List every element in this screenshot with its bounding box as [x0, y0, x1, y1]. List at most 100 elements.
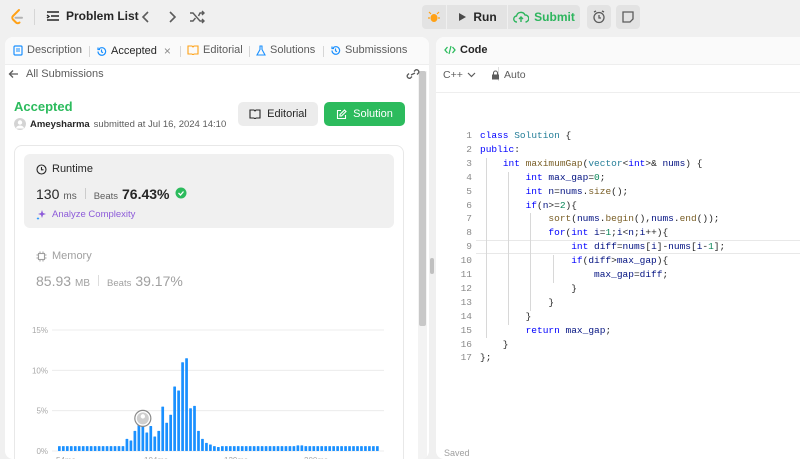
runtime-distribution-chart[interactable]: 15%10%5%0%54ms104ms129ms200ms	[24, 320, 394, 459]
line-number: 2	[466, 143, 472, 155]
tab-editorial[interactable]: Editorial	[187, 44, 243, 56]
language-select[interactable]: C++	[443, 69, 476, 81]
line-number: 16	[460, 338, 472, 350]
chart-bar	[344, 446, 347, 451]
timer-button[interactable]	[587, 5, 611, 29]
problem-list-button[interactable]: Problem List	[46, 9, 139, 23]
chart-bar	[272, 446, 276, 451]
submission-meta: Ameysharma submitted at Jul 16, 2024 14:…	[14, 118, 226, 130]
username[interactable]: Ameysharma	[30, 119, 90, 130]
divider	[89, 46, 90, 57]
chart-bar	[77, 446, 81, 451]
close-icon[interactable]: ×	[164, 44, 171, 58]
line-number: 8	[466, 227, 472, 239]
editorial-button[interactable]: Editorial	[238, 102, 318, 126]
chart-bar	[356, 446, 359, 451]
chart-bar	[228, 446, 232, 451]
solution-button[interactable]: Solution	[324, 102, 405, 126]
user-avatar-marker[interactable]	[134, 409, 152, 427]
editorial-button-label: Editorial	[267, 108, 307, 120]
code-line[interactable]: class Solution {	[480, 130, 571, 141]
code-line[interactable]: int maximumGap(vector<int>& nums) {	[480, 158, 703, 169]
chart-bar	[141, 424, 145, 451]
code-line[interactable]: }	[480, 283, 577, 294]
code-line[interactable]: public:	[480, 144, 520, 155]
chart-bar	[292, 446, 296, 451]
code-line[interactable]: };	[480, 352, 491, 363]
chart-bar	[252, 446, 256, 451]
run-button[interactable]: Run	[447, 5, 507, 29]
chart-bar	[93, 446, 97, 451]
chart-bar	[113, 446, 117, 451]
code-line[interactable]: if(n>=2){	[480, 200, 577, 211]
flask-icon	[256, 44, 266, 56]
tab-description[interactable]: Description	[13, 44, 82, 56]
book-icon	[249, 109, 261, 119]
divider	[34, 9, 35, 25]
scrollbar-track[interactable]	[418, 71, 427, 459]
submission-status: Accepted	[14, 99, 73, 114]
submit-button[interactable]: Submit	[508, 5, 580, 29]
chart-bar	[232, 446, 236, 451]
play-icon	[459, 13, 467, 21]
chart-bar	[173, 386, 176, 451]
memory-title: Memory	[52, 250, 92, 262]
chart-bar	[264, 446, 268, 451]
y-tick-label: 10%	[32, 366, 48, 375]
code-line[interactable]: int diff=nums[i]-nums[i-1];	[480, 241, 725, 252]
memory-header[interactable]: Memory	[36, 250, 92, 262]
chart-bar	[149, 425, 153, 451]
chart-bar	[69, 446, 73, 451]
code-line[interactable]: int n=nums.size();	[480, 186, 629, 197]
code-line[interactable]: return max_gap;	[480, 325, 612, 336]
analyze-complexity-link[interactable]: Analyze Complexity	[36, 209, 135, 220]
notes-button[interactable]	[616, 5, 640, 29]
mode-toggle[interactable]: Auto	[491, 69, 526, 81]
code-line[interactable]: }	[480, 311, 532, 322]
scrollbar-thumb[interactable]	[419, 71, 426, 326]
line-number: 15	[460, 324, 472, 336]
code-line[interactable]: }	[480, 297, 554, 308]
tab-solutions[interactable]: Solutions	[256, 44, 315, 56]
panel-resize-handle[interactable]	[430, 258, 434, 274]
y-tick-label: 0%	[36, 447, 48, 456]
all-submissions-link[interactable]: All Submissions	[8, 68, 104, 80]
debug-button[interactable]	[422, 5, 446, 29]
chart-bar	[58, 446, 61, 451]
divider	[180, 46, 181, 57]
shuffle-icon[interactable]	[188, 8, 206, 26]
leetcode-logo-icon[interactable]	[8, 8, 26, 26]
chart-bar	[125, 438, 129, 451]
divider	[323, 46, 324, 57]
chart-bar	[300, 445, 304, 451]
code-panel: Code C++ Auto 1 class Solution {2 public: 3…	[436, 37, 800, 459]
divider	[249, 46, 250, 57]
line-number: 7	[466, 213, 472, 225]
memory-stats: 85.93 MB Beats 39.17%	[36, 273, 183, 289]
runtime-header: Runtime	[36, 163, 93, 175]
top-bar: Problem List Run Submit	[0, 0, 800, 34]
link-icon[interactable]	[406, 68, 420, 80]
runtime-unit: ms	[63, 191, 77, 202]
chart-bar	[217, 446, 220, 451]
tab-submissions[interactable]: Submissions	[330, 44, 407, 56]
all-submissions-label: All Submissions	[26, 68, 104, 80]
memory-beats-label: Beats	[107, 278, 132, 289]
chart-bar	[157, 430, 161, 451]
chevron-right-icon[interactable]	[163, 8, 181, 26]
chart-bar	[97, 446, 101, 451]
avatar[interactable]	[14, 118, 26, 130]
code-line[interactable]: int max_gap=0;	[480, 172, 606, 183]
tab-accepted[interactable]: Accepted ×	[96, 44, 171, 58]
chart-bar	[73, 446, 77, 451]
chart-bar	[308, 446, 312, 451]
chevron-left-icon[interactable]	[137, 8, 155, 26]
tab-code[interactable]: Code	[444, 44, 488, 56]
line-number: 6	[466, 199, 472, 211]
chart-bar	[360, 446, 363, 451]
code-line[interactable]: }	[480, 339, 509, 350]
memory-unit: MB	[75, 278, 91, 289]
code-line[interactable]: sort(nums.begin(),nums.end());	[480, 213, 719, 224]
tab-submissions-label: Submissions	[345, 44, 408, 56]
chart-bar	[304, 446, 308, 451]
